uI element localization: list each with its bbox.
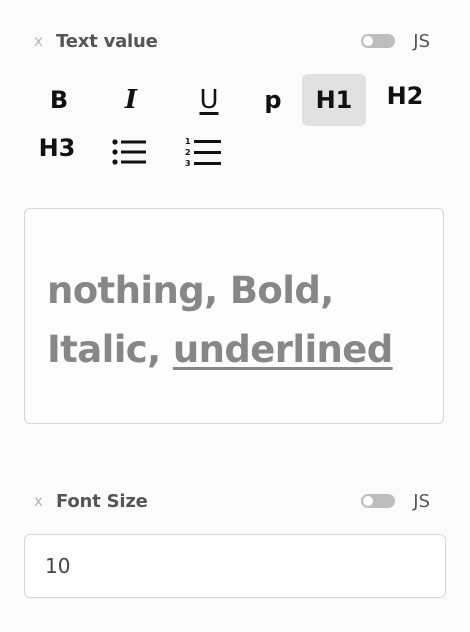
svg-text:1: 1 [185,137,191,146]
svg-text:3: 3 [185,159,191,168]
h3-label: H3 [38,134,76,162]
font-size-input[interactable]: 10 [24,534,446,598]
h3-button[interactable]: H3 [26,122,88,174]
font-size-js-toggle[interactable] [361,494,396,508]
text-value-clear-button[interactable]: x [34,29,56,53]
h1-label: H1 [315,86,353,114]
text-editor[interactable]: nothing, Bold, Italic, underlined [24,208,444,424]
bold-label: B [49,86,69,114]
font-size-header: x Font Size JS [34,489,430,513]
numbered-list-button[interactable]: 1 2 3 [172,126,234,178]
editor-text-plain: nothing, Bold, [47,269,334,312]
text-value-label: Text value [56,30,158,52]
bullet-list-button[interactable] [98,126,160,178]
h2-label: H2 [386,82,424,110]
italic-label: I [124,85,138,115]
toggle-knob [363,496,374,506]
toggle-knob [363,36,374,46]
font-size-clear-button[interactable]: x [34,489,56,513]
font-size-js-label: JS [413,490,430,512]
italic-button[interactable]: I [100,74,162,126]
svg-text:2: 2 [185,148,191,157]
h2-button[interactable]: H2 [374,70,436,122]
underline-label: U [199,85,219,115]
text-value-js-toggle[interactable] [361,34,396,48]
editor-content[interactable]: nothing, Bold, Italic, underlined [47,261,423,379]
text-value-header: x Text value JS [34,29,430,53]
numbered-list-icon: 1 2 3 [185,137,221,168]
bullet-list-icon [112,139,146,165]
font-size-label: Font Size [56,490,148,512]
editor-text-underlined: underlined [172,328,393,371]
properties-panel: x Text value JS B I U p H1 H2 H3 1 2 3 n… [0,0,470,632]
bold-button[interactable]: B [28,74,90,126]
underline-button[interactable]: U [178,74,240,126]
paragraph-button[interactable]: p [242,74,304,126]
editor-text-italic: Italic, [47,328,173,371]
paragraph-label: p [264,86,282,114]
h1-button[interactable]: H1 [302,74,366,126]
text-value-js-label: JS [413,30,430,52]
font-size-value: 10 [45,554,71,578]
